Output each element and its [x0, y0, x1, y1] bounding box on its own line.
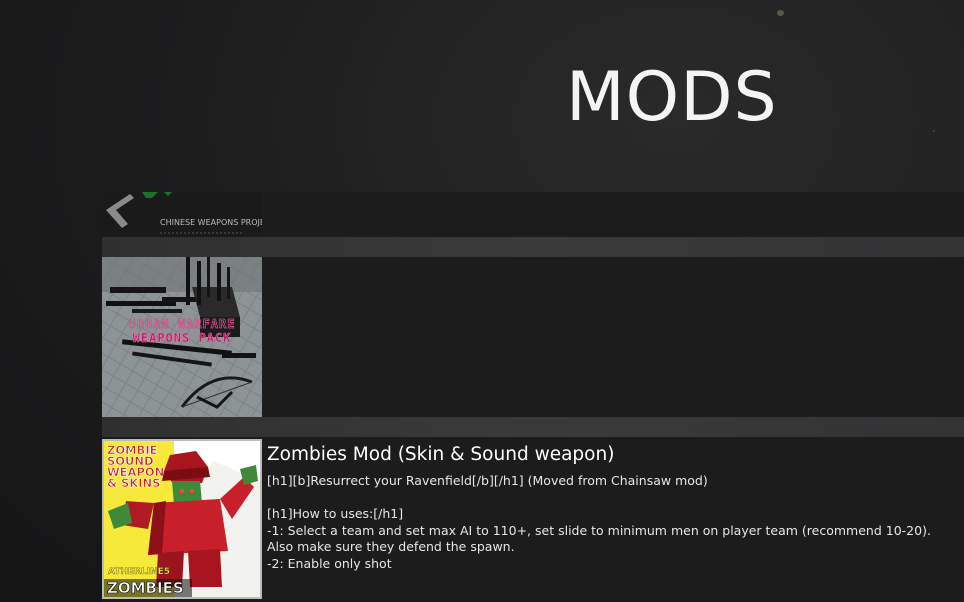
mod-thumbnail: URBAN WARFARE WEAPONS PACK	[102, 257, 262, 417]
mod-text: Zombies Mod (Skin & Sound weapon) [h1][b…	[267, 443, 957, 572]
mod-text	[267, 263, 957, 269]
mod-description: [h1][b]Resurrect your Ravenfield[/b][/h1…	[267, 473, 957, 572]
page-title: MODS	[566, 58, 778, 137]
mod-thumbnail: ZOMBIE SOUND WEAPON & SKINS ATHERLINE5 Z…	[102, 439, 262, 599]
thumbnail-label: ZOMBIES	[107, 579, 184, 597]
mod-thumbnail: CHINESE WEAPONS PROJECT	[102, 192, 262, 237]
background-dust-speck	[777, 10, 784, 16]
mod-description-line: Also make sure they defend the spawn.	[267, 539, 515, 554]
mod-list-item[interactable]: CHINESE WEAPONS PROJECT	[102, 192, 964, 237]
mod-description-line: [h1][b]Resurrect your Ravenfield[/b][/h1…	[267, 473, 708, 488]
thumbnail-caption: WEAPONS PACK	[133, 331, 232, 345]
background-dust-speck	[933, 130, 935, 132]
mod-description-line: [h1]How to uses:[/h1]	[267, 506, 404, 521]
mod-text	[267, 198, 957, 204]
thumbnail-badge: & SKINS	[107, 476, 160, 490]
thumbnail-author: ATHERLINE5	[108, 567, 170, 577]
list-divider	[102, 417, 964, 437]
list-divider	[102, 237, 964, 257]
mod-description-line: -2: Enable only shot	[267, 555, 392, 571]
thumbnail-caption: URBAN WARFARE	[129, 317, 236, 331]
mod-list-item[interactable]: URBAN WARFARE WEAPONS PACK	[102, 257, 964, 417]
thumbnail-caption: CHINESE WEAPONS PROJECT	[160, 218, 262, 227]
mod-list-item[interactable]: ZOMBIE SOUND WEAPON & SKINS ATHERLINE5 Z…	[102, 437, 964, 602]
mod-title: Zombies Mod (Skin & Sound weapon)	[267, 444, 615, 465]
mod-description-line	[267, 490, 957, 507]
mod-list[interactable]: CHINESE WEAPONS PROJECT	[102, 192, 964, 602]
mod-description-line: -1: Select a team and set max AI to 110+…	[267, 522, 931, 538]
